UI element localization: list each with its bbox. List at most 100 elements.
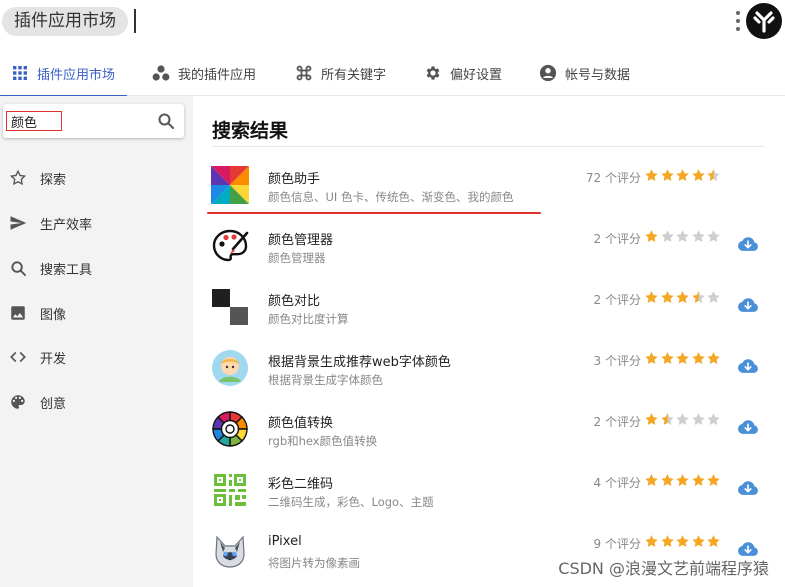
more-menu-icon[interactable] [734, 9, 742, 33]
rating-stars [644, 290, 722, 306]
gear-icon [423, 63, 443, 83]
text-caret [134, 9, 136, 33]
palette-icon [9, 393, 27, 411]
tab-label: 插件应用市场 [37, 67, 116, 83]
result-item[interactable]: 颜色管理器 颜色管理器 2 个评分 [193, 221, 785, 282]
app-logo[interactable] [746, 3, 782, 39]
tab-market[interactable]: 插件应用市场 [0, 50, 128, 97]
grid-icon [10, 63, 30, 83]
star-icon [645, 535, 658, 548]
result-item[interactable]: 根据背景生成推荐web字体颜色 根据背景生成字体颜色 3 个评分 [193, 343, 785, 404]
star-icon [691, 535, 705, 548]
qr-code-icon [211, 471, 249, 509]
tab-preferences[interactable]: 偏好设置 [423, 50, 502, 96]
star-outline-icon [9, 169, 27, 187]
plugin-name: 颜色管理器 [268, 233, 334, 248]
contrast-squares-icon [211, 288, 249, 326]
color-ring-icon [211, 410, 249, 448]
tab-my-plugins[interactable]: 我的插件应用 [151, 50, 256, 96]
plugin-description: rgb和hex颜色值转换 [268, 434, 378, 448]
cloud-download-icon[interactable] [737, 235, 759, 253]
rating-stars [644, 229, 722, 245]
plugin-name: 彩色二维码 [268, 477, 334, 492]
app-title[interactable]: 插件应用市场 [2, 7, 128, 36]
results-title: 搜索结果 [212, 120, 289, 142]
result-item[interactable]: 颜色值转换 rgb和hex颜色值转换 2 个评分 [193, 404, 785, 465]
rating-count: 9 个评分 [593, 537, 641, 551]
watermark: CSDN @浪漫文艺前端程序猿 [558, 559, 769, 578]
star-icon [660, 413, 674, 426]
image-icon [9, 304, 27, 322]
star-icon [660, 169, 674, 182]
divider [212, 146, 765, 147]
rating-stars [644, 412, 722, 428]
rating-stars [644, 473, 722, 489]
search-icon[interactable] [157, 112, 175, 130]
code-icon [9, 348, 27, 366]
search-icon [9, 259, 27, 277]
star-icon [660, 230, 674, 243]
rating-count: 3 个评分 [593, 354, 641, 368]
sidebar-item-label: 生产效率 [40, 217, 93, 233]
star-icon [707, 291, 720, 304]
avatar-icon [211, 349, 249, 387]
star-icon [707, 474, 720, 487]
tab-keywords[interactable]: 所有关键字 [294, 50, 386, 96]
dots-cluster-icon [151, 63, 171, 83]
plugin-description: 颜色管理器 [268, 251, 326, 265]
plugin-description: 根据背景生成字体颜色 [268, 373, 383, 387]
result-item[interactable]: 颜色对比 颜色对比度计算 2 个评分 [193, 282, 785, 343]
command-icon [294, 63, 314, 83]
sidebar-item-image[interactable]: 图像 [0, 298, 193, 328]
sidebar-item-label: 搜索工具 [40, 262, 93, 278]
results-panel: 搜索结果 颜色助手 颜色信息、UI 色卡、传统色、渐变色、我的颜色 72 个评分 [193, 96, 785, 587]
sidebar-item-explore[interactable]: 探索 [0, 163, 193, 193]
plugin-description: 颜色信息、UI 色卡、传统色、渐变色、我的颜色 [268, 190, 514, 204]
plugin-description: 将图片转为像素画 [268, 556, 360, 570]
rating-stars [644, 534, 722, 550]
sidebar-item-dev[interactable]: 开发 [0, 342, 193, 372]
star-icon [691, 291, 705, 304]
star-icon [645, 474, 658, 487]
result-item[interactable]: 彩色二维码 二维码生成，彩色、Logo、主题 4 个评分 [193, 465, 785, 526]
main-tabs: 插件应用市场 我的插件应用 所有关键字 偏好设置 帐号与数据 [0, 50, 785, 97]
star-icon [691, 169, 705, 182]
search-input[interactable] [6, 111, 62, 131]
plugin-name: 颜色对比 [268, 294, 321, 309]
star-icon [645, 352, 658, 365]
rating-count: 72 个评分 [585, 171, 641, 185]
plugin-name: 颜色值转换 [268, 416, 334, 431]
cloud-download-icon[interactable] [737, 479, 759, 497]
star-icon [676, 230, 689, 243]
sidebar-item-label: 探索 [40, 172, 67, 188]
rating-stars [644, 351, 722, 367]
rating-count: 2 个评分 [593, 232, 641, 246]
tab-label: 帐号与数据 [565, 67, 631, 83]
cloud-download-icon[interactable] [737, 296, 759, 314]
star-icon [676, 535, 689, 548]
star-icon [660, 352, 674, 365]
rating-count: 2 个评分 [593, 293, 641, 307]
star-icon [645, 230, 658, 243]
star-icon [691, 230, 705, 243]
star-icon [676, 474, 689, 487]
cloud-download-icon[interactable] [737, 357, 759, 375]
plugin-name: 根据背景生成推荐web字体颜色 [268, 355, 451, 370]
star-icon [691, 474, 705, 487]
plugin-description: 二维码生成，彩色、Logo、主题 [268, 495, 434, 509]
rating-count: 2 个评分 [593, 415, 641, 429]
account-icon [538, 63, 558, 83]
plugin-name: iPixel [268, 534, 302, 549]
plugin-description: 颜色对比度计算 [268, 312, 349, 326]
star-icon [676, 291, 689, 304]
star-icon [645, 169, 658, 182]
sidebar-item-productivity[interactable]: 生产效率 [0, 208, 193, 238]
tab-account[interactable]: 帐号与数据 [538, 50, 630, 96]
sidebar-item-search-tools[interactable]: 搜索工具 [0, 253, 193, 283]
cat-icon [211, 532, 249, 570]
cloud-download-icon[interactable] [737, 418, 759, 436]
star-icon [691, 413, 705, 426]
star-icon [645, 413, 658, 426]
sidebar-item-creative[interactable]: 创意 [0, 387, 193, 417]
sidebar-item-label: 图像 [40, 307, 67, 323]
